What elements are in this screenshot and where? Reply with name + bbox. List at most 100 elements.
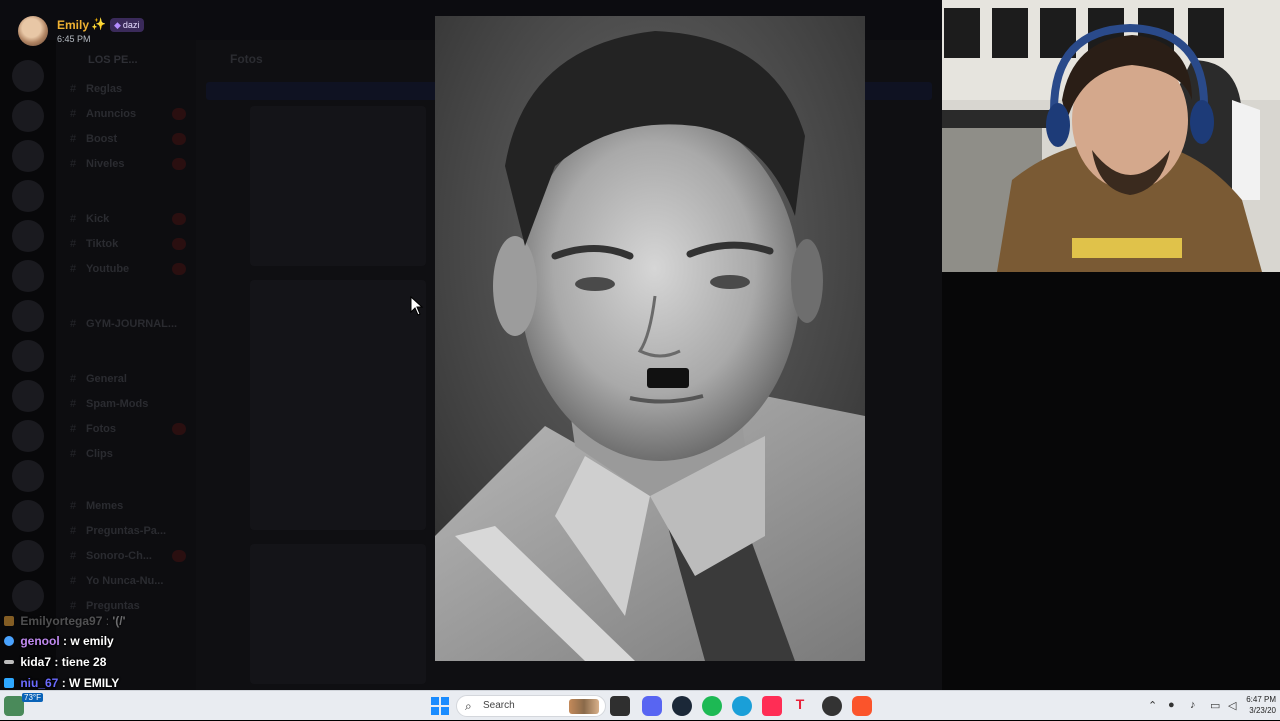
server-icon[interactable] <box>12 380 44 412</box>
mention-badge <box>172 238 186 250</box>
mouse-cursor-icon <box>410 296 424 316</box>
network-icon[interactable]: ▭ <box>1210 699 1220 712</box>
hash-icon: # <box>70 318 77 330</box>
taskbar-search[interactable]: ⌕ Search <box>456 695 606 717</box>
webcam-feed <box>942 0 1280 272</box>
hash-icon: # <box>70 158 77 170</box>
server-icon[interactable] <box>12 540 44 572</box>
hash-icon: # <box>70 600 77 612</box>
upload-timestamp: 6:45 PM <box>57 34 91 44</box>
server-rail <box>0 40 56 690</box>
hash-icon: # <box>70 500 77 512</box>
search-highlight-image <box>569 699 599 714</box>
tray-app-icon[interactable]: ● <box>1168 699 1175 711</box>
channel-item[interactable]: # Fotos <box>56 420 196 440</box>
hash-icon: # <box>70 525 77 537</box>
channel-item[interactable]: # Niveles <box>56 155 196 175</box>
member-list <box>942 272 1280 690</box>
server-icon[interactable] <box>12 260 44 292</box>
sub-badge-icon <box>4 616 14 626</box>
avatar[interactable] <box>18 16 48 46</box>
search-icon: ⌕ <box>465 699 472 713</box>
server-icon[interactable] <box>12 100 44 132</box>
channel-item[interactable]: # Youtube <box>56 260 196 280</box>
mention-badge <box>172 263 186 275</box>
obs-icon[interactable] <box>822 696 842 716</box>
channel-list: LOS PE... # Reglas # Anuncios # Boost # Nive… <box>56 40 196 690</box>
channel-item[interactable]: # Spam-Mods <box>56 395 196 415</box>
channel-item[interactable]: # Anuncios <box>56 105 196 125</box>
stream-chat-overlay: Emilyortega97 : '(/' genool : w emily ki… <box>0 612 300 690</box>
twitch-badge-icon <box>4 678 14 688</box>
minus-badge-icon <box>4 660 14 664</box>
discord-icon[interactable] <box>642 696 662 716</box>
server-name[interactable]: LOS PE... <box>88 54 138 66</box>
mention-badge <box>172 423 186 435</box>
channel-item[interactable]: # Sonoro-Ch... <box>56 547 196 567</box>
server-icon[interactable] <box>12 60 44 92</box>
mention-badge <box>172 550 186 562</box>
channel-item[interactable]: # Reglas <box>56 80 196 100</box>
microphone-icon[interactable]: ♪ <box>1190 699 1196 711</box>
server-icon[interactable] <box>12 460 44 492</box>
mention-badge <box>172 133 186 145</box>
task-view-icon[interactable] <box>610 696 630 716</box>
search-label: Search <box>483 700 515 711</box>
twitch-studio-icon[interactable]: T <box>790 696 810 716</box>
hash-icon: # <box>70 550 77 562</box>
channel-item[interactable]: # GYM-JOURNAL... <box>56 315 196 335</box>
mention-badge <box>172 108 186 120</box>
server-icon[interactable] <box>12 340 44 372</box>
channel-item[interactable]: # Clips <box>56 445 196 465</box>
server-icon[interactable] <box>12 500 44 532</box>
gem-icon: ◆ <box>114 20 121 30</box>
hash-icon: # <box>70 238 77 250</box>
spotify-icon[interactable] <box>702 696 722 716</box>
weather-icon[interactable] <box>4 696 24 716</box>
streamer-camera-image <box>942 0 1280 272</box>
channel-item[interactable]: # Tiktok <box>56 235 196 255</box>
channel-item[interactable]: # General <box>56 370 196 390</box>
hash-icon: # <box>70 83 77 95</box>
hash-icon: # <box>70 133 77 145</box>
server-icon[interactable] <box>12 220 44 252</box>
hash-icon: # <box>70 398 77 410</box>
chat-message: genool : w emily <box>4 634 114 654</box>
brave-icon[interactable] <box>852 696 872 716</box>
hash-icon: # <box>70 108 77 120</box>
uploader-name[interactable]: Emily <box>57 18 89 32</box>
channel-item[interactable]: # Yo Nunca-Nu... <box>56 572 196 592</box>
chat-message: kida7 : tiene 28 <box>4 655 106 675</box>
attachment-thumbnail[interactable] <box>250 106 426 266</box>
tiktok-icon[interactable] <box>762 696 782 716</box>
hash-icon: # <box>70 263 77 275</box>
server-icon[interactable] <box>12 300 44 332</box>
server-icon[interactable] <box>12 420 44 452</box>
hash-icon: # <box>70 213 77 225</box>
server-icon[interactable] <box>12 580 44 612</box>
volume-icon[interactable]: ◁ <box>1228 699 1236 712</box>
channel-title: Fotos <box>230 52 263 66</box>
channel-item[interactable]: # Kick <box>56 210 196 230</box>
hash-icon: # <box>70 373 77 385</box>
mention-badge <box>172 213 186 225</box>
channel-item[interactable]: # Memes <box>56 497 196 517</box>
server-icon[interactable] <box>12 140 44 172</box>
role-badge: ◆ dazi <box>110 18 145 32</box>
mention-badge <box>172 158 186 170</box>
clock[interactable]: 6:47 PM 3/23/20 <box>1246 694 1276 716</box>
windows-taskbar: ⌕ Search T ⌃ ● ♪ ▭ ◁ 6:47 PM 3/23/20 <box>0 690 1280 720</box>
channel-item[interactable]: # Preguntas-Pa... <box>56 522 196 542</box>
enlarged-photo[interactable] <box>435 16 865 661</box>
server-icon[interactable] <box>12 180 44 212</box>
chevron-up-icon[interactable]: ⌃ <box>1148 699 1157 712</box>
windows-start-icon[interactable] <box>430 696 450 716</box>
channel-item[interactable]: # Boost <box>56 130 196 150</box>
steam-icon[interactable] <box>672 696 692 716</box>
hash-icon: # <box>70 575 77 587</box>
attachment-thumbnail[interactable] <box>250 280 426 530</box>
edge-icon[interactable] <box>732 696 752 716</box>
sparkle-icon: ✨ <box>91 17 106 31</box>
portrait-image <box>435 16 865 661</box>
hash-icon: # <box>70 448 77 460</box>
